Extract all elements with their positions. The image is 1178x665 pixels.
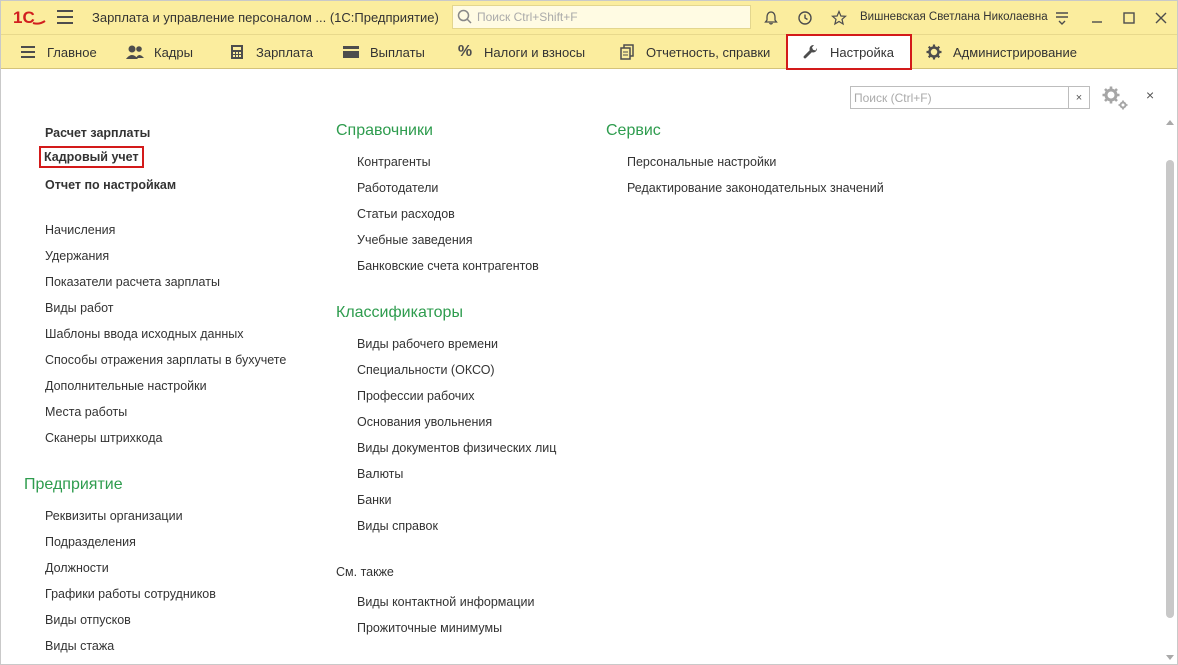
section-label: Настройка [830,44,894,60]
global-search-input[interactable]: Поиск Ctrl+Shift+F [452,5,751,29]
link-payroll-reflection[interactable]: Способы отражения зарплаты в бухучете [45,353,286,367]
section-label: Зарплата [256,44,313,60]
title-bar: 1C Зарплата и управление персоналом ... … [1,1,1177,34]
minimize-icon[interactable] [1086,7,1108,29]
section-label: Налоги и взносы [484,44,586,60]
heading-references: Справочники [336,122,433,139]
link-certificate-types[interactable]: Виды справок [357,519,438,533]
link-settings-report[interactable]: Отчет по настройкам [45,178,176,192]
link-counterparties[interactable]: Контрагенты [357,155,431,169]
link-work-types[interactable]: Виды работ [45,301,114,315]
app-title: Зарплата и управление персоналом ... (1С… [92,10,439,25]
wallet-icon [342,43,360,61]
star-icon[interactable] [829,8,849,28]
maximize-icon[interactable] [1118,7,1140,29]
scroll-down-arrow-icon[interactable] [1166,655,1174,660]
link-work-schedules[interactable]: Графики работы сотрудников [45,587,216,601]
percent-icon: % [457,43,473,60]
link-additional-settings[interactable]: Дополнительные настройки [45,379,207,393]
link-org-details[interactable]: Реквизиты организации [45,509,183,523]
link-payroll-indicators[interactable]: Показатели расчета зарплаты [45,275,220,289]
scroll-thumb[interactable] [1166,160,1174,618]
wrench-icon [802,43,820,61]
calculator-icon [228,43,246,61]
section-admin[interactable]: Администрирование [925,35,1077,69]
svg-text:1C: 1C [13,8,35,26]
link-id-document-types[interactable]: Виды документов физических лиц [357,441,556,455]
link-work-time-types[interactable]: Виды рабочего времени [357,337,498,351]
link-dismissal-grounds[interactable]: Основания увольнения [357,415,492,429]
link-input-templates[interactable]: Шаблоны ввода исходных данных [45,327,244,341]
section-label: Администрирование [953,44,1077,60]
link-payroll-calc[interactable]: Расчет зарплаты [45,126,150,140]
section-reports[interactable]: Отчетность, справки [618,35,770,69]
close-window-icon[interactable] [1150,7,1172,29]
app-window: 1C Зарплата и управление персоналом ... … [0,0,1178,665]
global-search-placeholder: Поиск Ctrl+Shift+F [477,10,578,24]
heading-see-also: См. также [336,565,394,579]
link-workplaces[interactable]: Места работы [45,405,127,419]
heading-enterprise: Предприятие [24,476,123,493]
main-menu-icon[interactable] [57,10,73,24]
search-icon [457,9,472,24]
menu-icon [19,43,37,61]
link-educational-institutions[interactable]: Учебные заведения [357,233,473,247]
panel-close-button[interactable]: × [1146,87,1160,105]
panel-settings-gear-icon[interactable] [1101,85,1129,111]
link-personal-settings[interactable]: Персональные настройки [627,155,776,169]
people-icon [126,43,144,61]
link-counterparty-bank-accounts[interactable]: Банковские счета контрагентов [357,259,539,273]
scroll-up-arrow-icon[interactable] [1166,120,1174,125]
link-experience-types[interactable]: Виды стажа [45,639,114,653]
link-employers[interactable]: Работодатели [357,181,438,195]
section-label: Отчетность, справки [646,44,771,60]
gear-icon [925,43,943,61]
section-main[interactable]: Главное [19,35,97,69]
search-clear-button[interactable]: × [1069,86,1090,109]
section-label: Кадры [154,44,193,60]
link-subsistence-minimums[interactable]: Прожиточные минимумы [357,621,502,635]
link-hr-accounting[interactable]: Кадровый учет [39,146,144,168]
section-payments[interactable]: Выплаты [342,35,425,69]
heading-classifiers: Классификаторы [336,304,463,321]
section-settings[interactable]: Настройка [786,34,912,70]
link-expense-items[interactable]: Статьи расходов [357,207,455,221]
settings-menu-icon[interactable] [1051,7,1073,29]
link-legislative-values[interactable]: Редактирование законодательных значений [627,181,884,195]
history-icon[interactable] [795,8,815,28]
link-barcode-scanners[interactable]: Сканеры штрихкода [45,431,162,445]
link-vacation-types[interactable]: Виды отпусков [45,613,131,627]
link-accruals[interactable]: Начисления [45,223,115,237]
link-departments[interactable]: Подразделения [45,535,136,549]
section-label: Главное [47,44,97,60]
link-specialties-okso[interactable]: Специальности (ОКСО) [357,363,495,377]
vertical-scrollbar[interactable] [1165,120,1175,660]
link-deductions[interactable]: Удержания [45,249,109,263]
link-currencies[interactable]: Валюты [357,467,403,481]
section-hr[interactable]: Кадры [126,35,193,69]
section-taxes[interactable]: % Налоги и взносы [456,35,585,69]
section-salary[interactable]: Зарплата [228,35,313,69]
panel-search-input[interactable]: Поиск (Ctrl+F) [850,86,1069,109]
bell-icon[interactable] [761,8,781,28]
link-banks[interactable]: Банки [357,493,392,507]
sections-bar: Главное Кадры Зарплата Выплаты % Налоги … [1,34,1177,70]
user-name[interactable]: Вишневская Светлана Николаевна [860,11,1048,23]
link-worker-professions[interactable]: Профессии рабочих [357,389,475,403]
heading-service: Сервис [606,122,661,139]
1c-logo-icon[interactable]: 1C [13,8,47,26]
documents-icon [618,43,636,61]
link-contact-info-types[interactable]: Виды контактной информации [357,595,534,609]
link-positions[interactable]: Должности [45,561,109,575]
settings-panel: Поиск (Ctrl+F) × × Расчет зарплаты Кадро… [1,70,1177,664]
section-label: Выплаты [370,44,425,60]
